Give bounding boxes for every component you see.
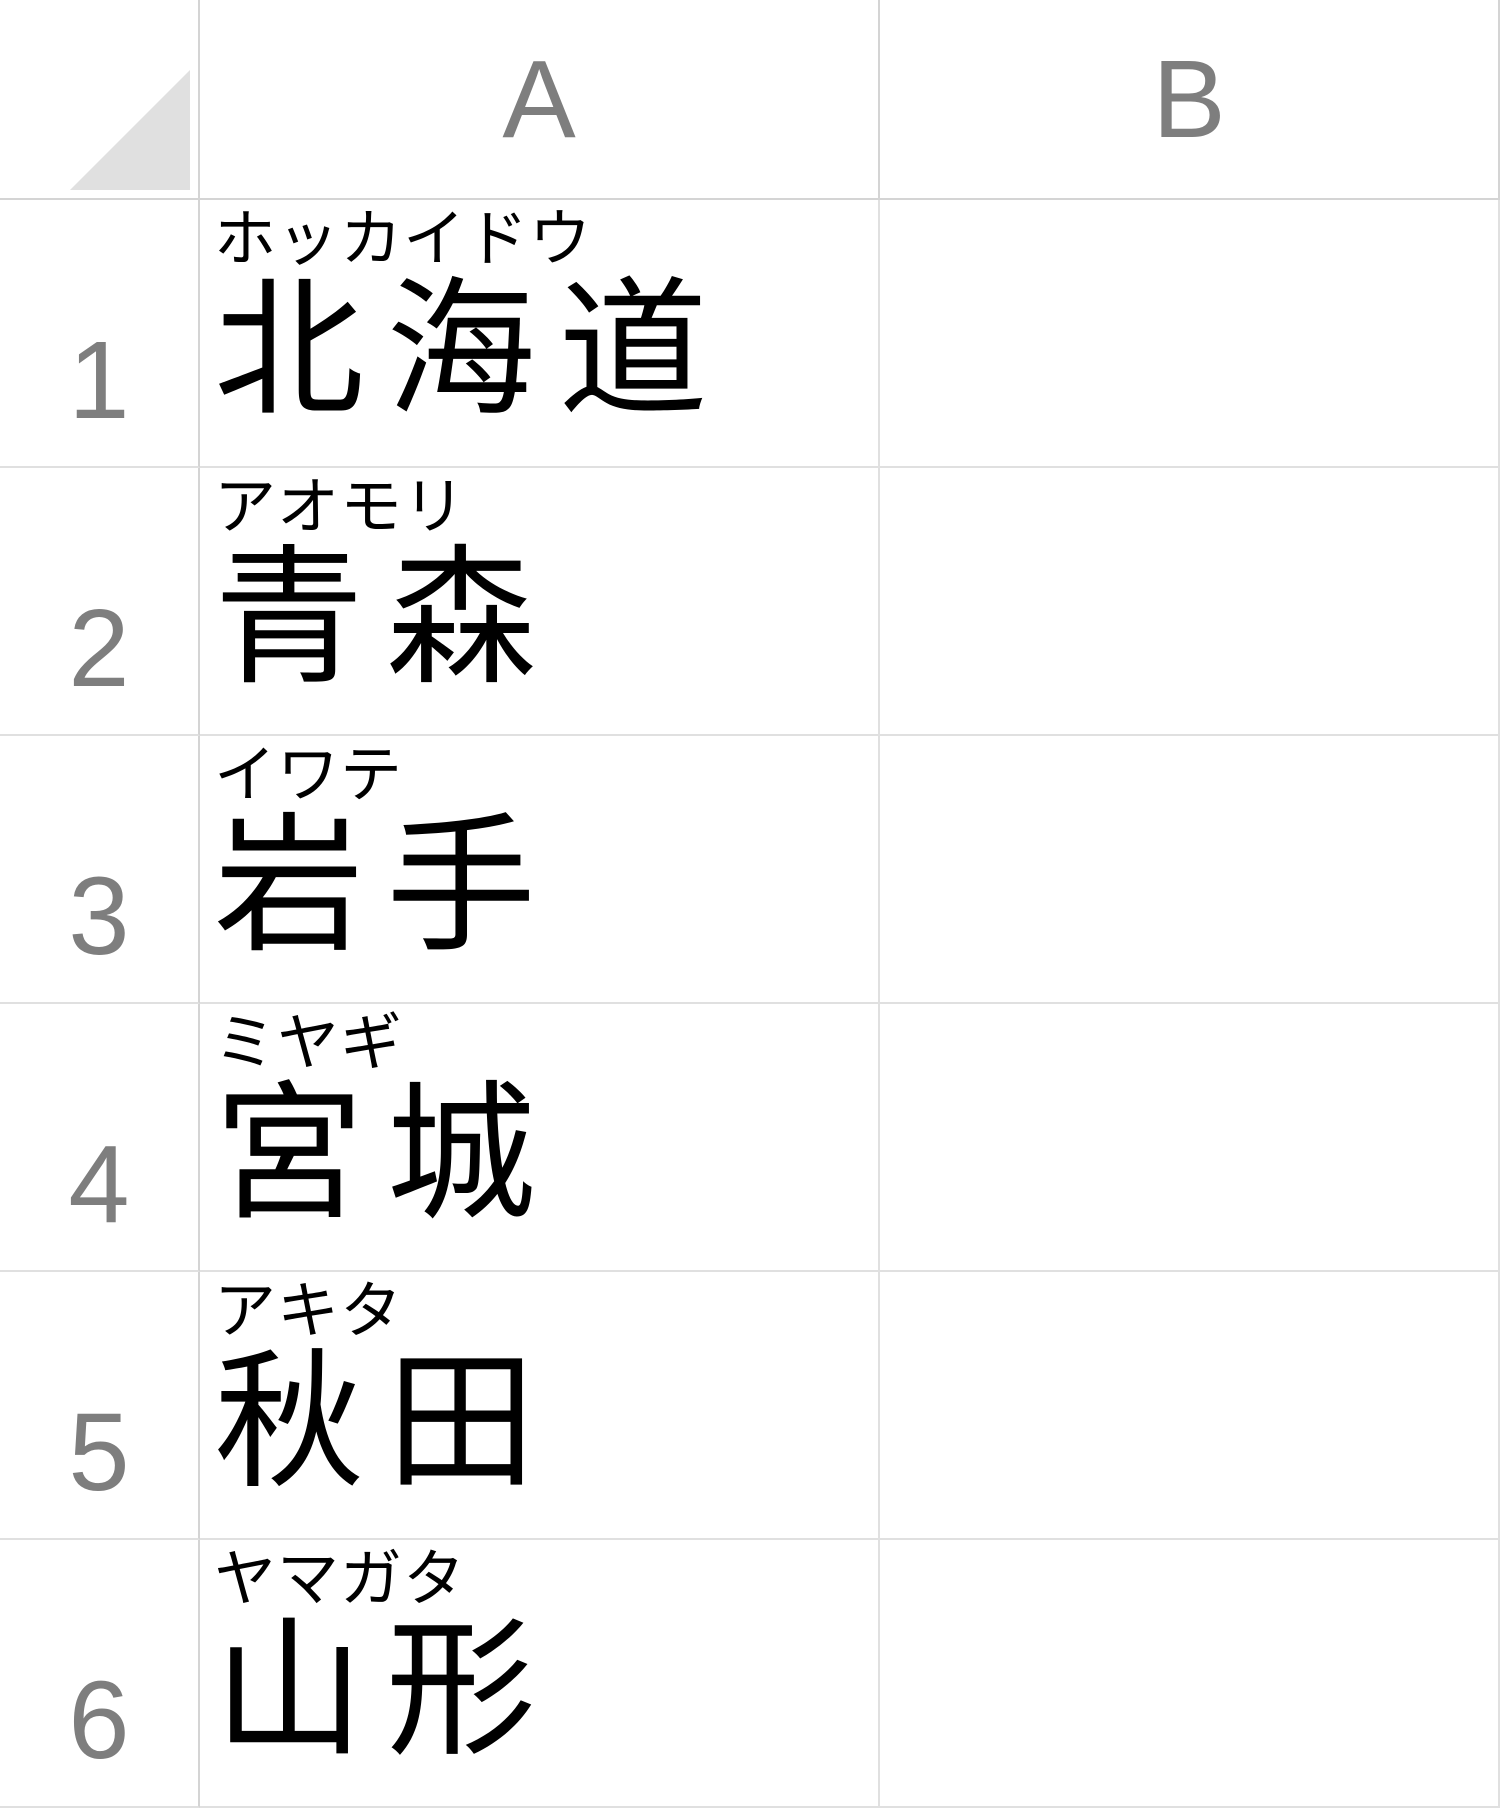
row-header-3[interactable]: 3 bbox=[0, 736, 200, 1004]
cell-A3-ruby: イワテ bbox=[214, 742, 864, 810]
cell-A4[interactable]: ミヤギ 宮城 bbox=[200, 1004, 880, 1272]
cell-A6-ruby: ヤマガタ bbox=[214, 1546, 864, 1614]
cell-B1[interactable] bbox=[880, 200, 1500, 468]
select-all-corner[interactable] bbox=[0, 0, 200, 200]
row-header-5[interactable]: 5 bbox=[0, 1272, 200, 1540]
cell-A5[interactable]: アキタ 秋田 bbox=[200, 1272, 880, 1540]
cell-A4-ruby: ミヤギ bbox=[214, 1010, 864, 1078]
cell-A3-text: 岩手 bbox=[214, 804, 864, 969]
spreadsheet-grid: A B 1 ホッカイドウ 北海道 2 アオモリ 青森 3 イワテ 岩手 4 ミヤ… bbox=[0, 0, 1500, 1808]
cell-A1-text: 北海道 bbox=[214, 268, 864, 433]
cell-A4-text: 宮城 bbox=[214, 1072, 864, 1237]
cell-A1[interactable]: ホッカイドウ 北海道 bbox=[200, 200, 880, 468]
cell-A3[interactable]: イワテ 岩手 bbox=[200, 736, 880, 1004]
cell-A1-ruby: ホッカイドウ bbox=[214, 206, 864, 274]
cell-A5-ruby: アキタ bbox=[214, 1278, 864, 1346]
column-header-A[interactable]: A bbox=[200, 0, 880, 200]
cell-B2[interactable] bbox=[880, 468, 1500, 736]
row-header-4[interactable]: 4 bbox=[0, 1004, 200, 1272]
select-all-triangle-icon bbox=[70, 70, 190, 190]
cell-A2-text: 青森 bbox=[214, 536, 864, 701]
row-header-6[interactable]: 6 bbox=[0, 1540, 200, 1808]
column-header-B[interactable]: B bbox=[880, 0, 1500, 200]
cell-A2-ruby: アオモリ bbox=[214, 474, 864, 542]
cell-A5-text: 秋田 bbox=[214, 1340, 864, 1505]
row-header-2[interactable]: 2 bbox=[0, 468, 200, 736]
cell-B5[interactable] bbox=[880, 1272, 1500, 1540]
cell-A6-text: 山形 bbox=[214, 1608, 864, 1773]
cell-B4[interactable] bbox=[880, 1004, 1500, 1272]
cell-A6[interactable]: ヤマガタ 山形 bbox=[200, 1540, 880, 1808]
cell-A2[interactable]: アオモリ 青森 bbox=[200, 468, 880, 736]
row-header-1[interactable]: 1 bbox=[0, 200, 200, 468]
cell-B3[interactable] bbox=[880, 736, 1500, 1004]
cell-B6[interactable] bbox=[880, 1540, 1500, 1808]
